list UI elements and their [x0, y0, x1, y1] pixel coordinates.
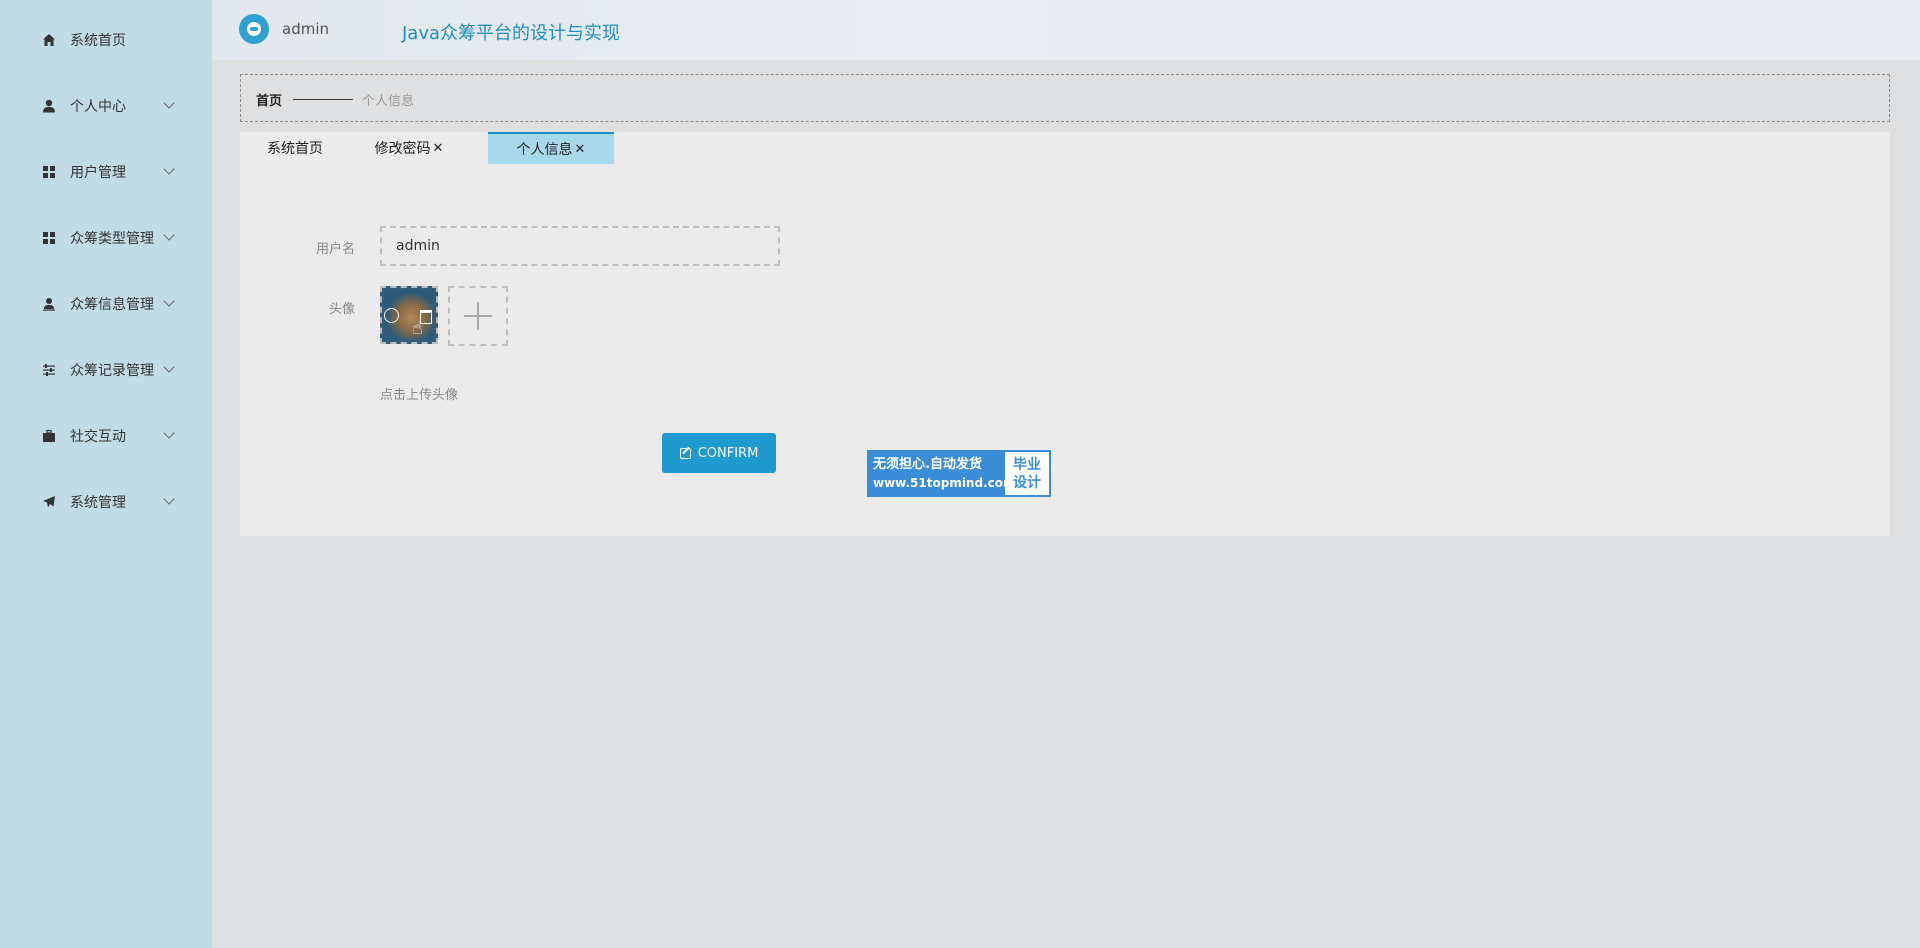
watermark-right-2: 设计 — [1013, 474, 1041, 491]
avatar[interactable] — [239, 14, 269, 44]
tab-personal-info[interactable]: 个人信息 ✕ — [488, 132, 614, 164]
tab-label: 系统首页 — [267, 141, 323, 157]
username-field[interactable] — [380, 226, 780, 266]
watermark: 无须担心.自动发货 www.51topmind.com 毕业 设计 — [867, 450, 1051, 497]
chevron-down-icon — [163, 427, 175, 439]
watermark-text: 无须担心.自动发货 — [873, 456, 982, 472]
avatar-thumbnail[interactable]: ☝ — [380, 286, 438, 344]
confirm-label: CONFIRM — [697, 445, 759, 461]
username-label: 用户名 — [315, 242, 355, 257]
chevron-down-icon — [163, 493, 175, 505]
watermark-url: www.51topmind.com — [873, 475, 1016, 490]
sidebar-item-label: 系统首页 — [70, 33, 126, 49]
sidebar-item-crowdfunding-record[interactable]: 众筹记录管理 — [0, 350, 212, 390]
upload-hint: 点击上传头像 — [380, 388, 459, 403]
user-icon — [41, 98, 57, 114]
briefcase-icon — [41, 428, 57, 444]
paper-plane-icon — [41, 494, 57, 510]
sliders-icon — [41, 362, 57, 378]
sidebar-item-crowdfunding-info[interactable]: 众筹信息管理 — [0, 284, 212, 324]
sidebar-item-label: 众筹类型管理 — [70, 231, 154, 247]
tab-home[interactable]: 系统首页 — [240, 132, 350, 164]
chevron-down-icon — [163, 163, 175, 175]
chevron-down-icon — [163, 361, 175, 373]
watermark-right-1: 毕业 — [1013, 456, 1041, 473]
sidebar-item-label: 个人中心 — [70, 99, 126, 115]
breadcrumb-home[interactable]: 首页 — [256, 90, 282, 109]
sidebar: 系统首页 个人中心 用户管理 众筹类型管理 众筹信息管理 众筹记录管理 社交互动… — [0, 0, 212, 948]
tab-label: 修改密码 — [374, 141, 431, 157]
sidebar-item-crowdfunding-type[interactable]: 众筹类型管理 — [0, 218, 212, 258]
person-icon — [41, 296, 57, 312]
tab-change-password[interactable]: 修改密码 ✕ — [350, 132, 468, 164]
zoom-in-icon[interactable] — [384, 308, 399, 323]
sidebar-item-personal-center[interactable]: 个人中心 — [0, 86, 212, 126]
confirm-button[interactable]: CONFIRM — [662, 433, 776, 473]
chevron-down-icon — [163, 97, 175, 109]
top-header: admin Java众筹平台的设计与实现 — [212, 0, 1920, 60]
sidebar-item-label: 系统管理 — [70, 495, 126, 511]
sidebar-item-label: 社交互动 — [70, 429, 126, 445]
page-title: Java众筹平台的设计与实现 — [402, 23, 621, 44]
sidebar-item-label: 众筹记录管理 — [70, 363, 154, 379]
breadcrumb-current: 个人信息 — [362, 94, 415, 109]
header-username: admin — [282, 20, 329, 38]
upload-avatar-button[interactable] — [448, 286, 508, 346]
close-icon[interactable]: ✕ — [575, 142, 586, 157]
sidebar-item-label: 众筹信息管理 — [70, 297, 154, 313]
breadcrumb-separator — [293, 99, 353, 100]
edit-icon — [679, 447, 691, 459]
sidebar-item-label: 用户管理 — [70, 165, 126, 181]
chevron-down-icon — [163, 229, 175, 241]
breadcrumb: 首页 个人信息 — [240, 74, 1890, 122]
plus-icon — [464, 302, 492, 330]
main-panel: 系统首页 修改密码 ✕ 个人信息 ✕ 用户名 头像 ☝ 点击上传头像 CONFI… — [240, 132, 1890, 536]
grid-icon — [41, 230, 57, 246]
sidebar-item-home[interactable]: 系统首页 — [0, 20, 212, 60]
sidebar-item-social[interactable]: 社交互动 — [0, 416, 212, 456]
sidebar-item-system[interactable]: 系统管理 — [0, 482, 212, 522]
grid-icon — [41, 164, 57, 180]
chevron-down-icon — [163, 295, 175, 307]
tab-label: 个人信息 — [516, 142, 573, 158]
close-icon[interactable]: ✕ — [433, 141, 444, 156]
home-icon — [41, 32, 57, 48]
hand-cursor-icon: ☝ — [412, 318, 423, 339]
sidebar-item-user-management[interactable]: 用户管理 — [0, 152, 212, 192]
avatar-label: 头像 — [328, 302, 355, 317]
